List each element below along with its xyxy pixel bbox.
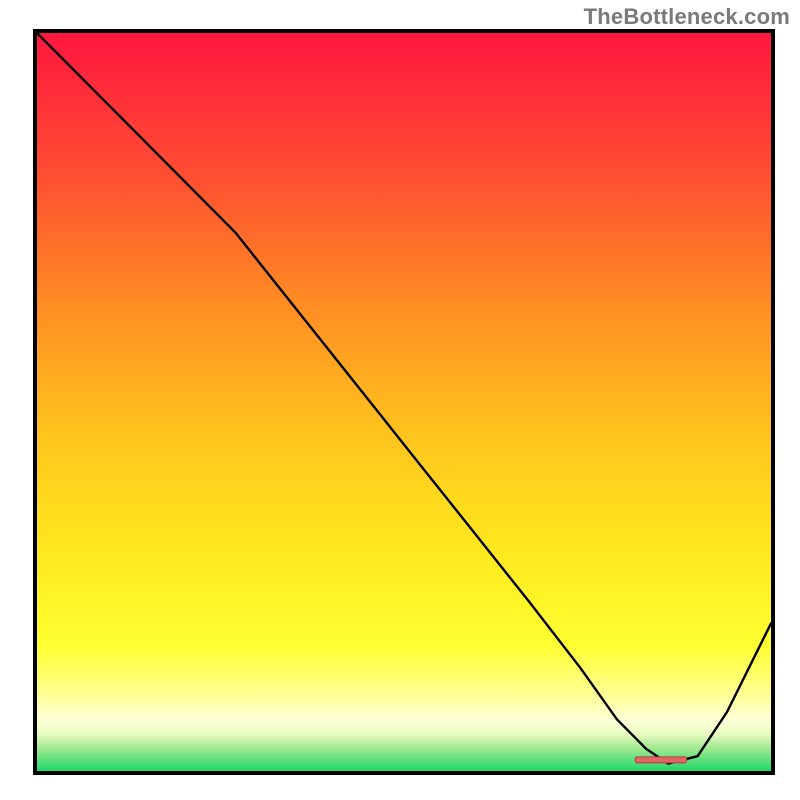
bottleneck-chart [37,33,771,771]
chart-frame: TheBottleneck.com [0,0,800,800]
optimum-marker [635,757,686,763]
watermark-text: TheBottleneck.com [584,4,790,30]
plot-area [33,29,775,775]
